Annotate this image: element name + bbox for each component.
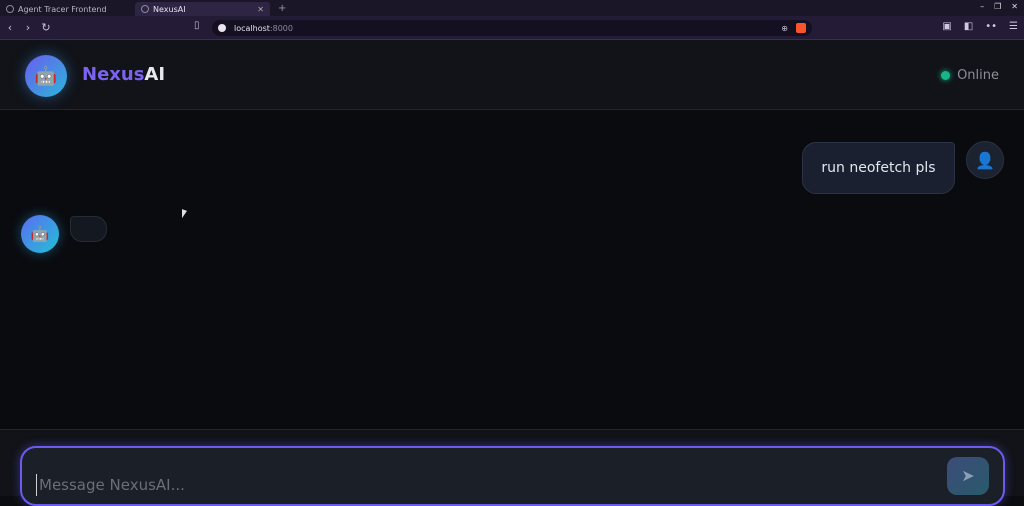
assistant-message-bubble xyxy=(70,216,107,242)
tab-agent-tracer[interactable]: Agent Tracer Frontend xyxy=(0,2,135,16)
wallet-icon[interactable]: ▣ xyxy=(942,21,951,32)
message-input-wrapper: ➤ xyxy=(20,446,1005,506)
send-button[interactable]: ➤ xyxy=(947,457,989,495)
close-window-button[interactable]: ✕ xyxy=(1011,2,1018,11)
user-icon: 👤 xyxy=(966,141,1004,179)
robot-icon: 🤖 xyxy=(21,215,59,253)
message-input[interactable] xyxy=(36,474,916,496)
menu-icon[interactable]: ☰ xyxy=(1009,21,1018,32)
user-message-bubble: run neofetch pls xyxy=(802,142,955,194)
back-arrow-icon[interactable]: ‹ xyxy=(2,20,18,36)
zoom-icon[interactable]: ⊕ xyxy=(781,24,788,33)
chat-app: 🤖 NexusAI Online run neofetch pls 👤 🤖 ➤ xyxy=(0,40,1024,506)
app-header: 🤖 NexusAI Online xyxy=(0,40,1024,110)
site-info-icon[interactable] xyxy=(218,24,226,32)
brave-shield-icon[interactable] xyxy=(796,23,806,33)
tab-title: NexusAI xyxy=(153,4,186,14)
browser-tab-strip: Agent Tracer Frontend NexusAI ✕ + – ❐ ✕ xyxy=(0,0,1024,16)
reload-icon[interactable]: ↻ xyxy=(38,20,54,36)
forward-arrow-icon[interactable]: › xyxy=(20,20,36,36)
tab-close-icon[interactable]: ✕ xyxy=(257,5,264,14)
sidebar-icon[interactable]: ◧ xyxy=(964,21,973,32)
new-tab-button[interactable]: + xyxy=(270,2,294,16)
tab-title: Agent Tracer Frontend xyxy=(18,4,107,14)
status-dot-icon xyxy=(941,71,951,80)
user-message-text: run neofetch pls xyxy=(821,160,936,176)
status-text: Online xyxy=(957,68,999,83)
tab-nexusai[interactable]: NexusAI ✕ xyxy=(135,2,270,16)
address-bar[interactable]: localhost :8000 ⊕ xyxy=(212,20,812,36)
url-port: :8000 xyxy=(269,23,293,33)
mouse-cursor-icon xyxy=(182,209,187,220)
status-indicator: Online xyxy=(941,68,999,83)
bookmark-icon[interactable]: ▯ xyxy=(194,20,200,31)
maximize-button[interactable]: ❐ xyxy=(994,2,1001,11)
globe-icon xyxy=(6,5,14,13)
send-icon: ➤ xyxy=(961,468,975,485)
extensions-icon[interactable]: •• xyxy=(985,21,997,32)
composer-area: ➤ xyxy=(0,429,1024,506)
browser-toolbar: ‹ › ↻ ▯ localhost :8000 ⊕ ▣ ◧ •• ☰ xyxy=(0,16,1024,40)
minimize-button[interactable]: – xyxy=(980,2,984,11)
window-controls: – ❐ ✕ xyxy=(980,2,1018,11)
brand-title: NexusAI xyxy=(82,64,165,85)
brand-part-1: Nexus xyxy=(82,64,145,85)
brand-part-2: AI xyxy=(144,64,166,85)
globe-icon xyxy=(141,5,149,13)
url-host: localhost xyxy=(234,23,270,33)
robot-icon: 🤖 xyxy=(25,55,67,97)
